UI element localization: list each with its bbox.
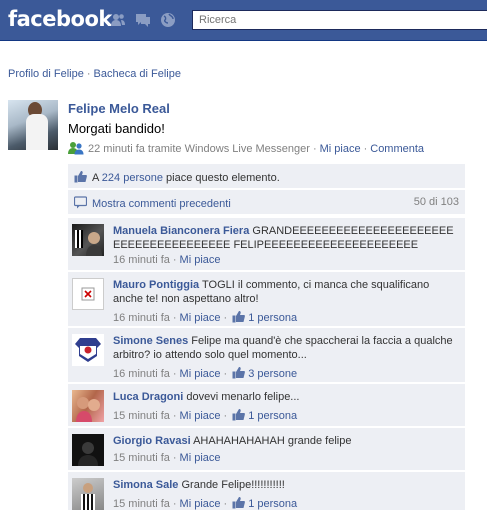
- comment-item: Manuela Bianconera Fiera GRANDEEEEEEEEEE…: [68, 218, 465, 270]
- top-bar: facebook: [0, 0, 487, 41]
- commenter-name-link[interactable]: Mauro Pontiggia: [113, 279, 199, 291]
- commenter-name-link[interactable]: Luca Dragoni: [113, 391, 183, 403]
- poster-avatar[interactable]: [8, 100, 58, 150]
- show-more-comments-link[interactable]: Mostra commenti precedenti: [92, 198, 231, 210]
- comment-like-link[interactable]: Mi piace: [180, 368, 221, 380]
- comment-like-link[interactable]: Mi piace: [180, 410, 221, 422]
- thumbs-up-icon: [232, 496, 246, 509]
- comment-text-block: Luca Dragoni dovevi menarlo felipe...: [113, 390, 458, 404]
- commenter-avatar[interactable]: [72, 334, 104, 366]
- commenter-name-link[interactable]: Manuela Bianconera Fiera: [113, 225, 249, 237]
- thumbs-up-icon: [232, 310, 246, 323]
- likes-count-link[interactable]: 224 persone: [102, 172, 163, 184]
- comment-text-block: Mauro Pontiggia TOGLI il commento, ci ma…: [113, 278, 458, 306]
- notifications-globe-icon[interactable]: [160, 12, 176, 28]
- likes-prefix: A: [92, 172, 99, 184]
- commenter-name-link[interactable]: Giorgio Ravasi: [113, 435, 191, 447]
- comment-meta: 15 minuti fa · Mi piace · 1 persona: [113, 496, 298, 510]
- likes-suffix: piace questo elemento.: [166, 172, 280, 184]
- comment-timestamp: 16 minuti fa: [113, 312, 170, 324]
- comment-meta: 15 minuti fa · Mi piace · 1 persona: [113, 408, 298, 422]
- commenter-name-link[interactable]: Simone Senes: [113, 335, 188, 347]
- post-timestamp: 22 minuti fa tramite Windows Live Messen…: [88, 143, 310, 155]
- comment-meta: 16 minuti fa · Mi piace · 1 persona: [113, 310, 298, 324]
- comment-like-link[interactable]: Mi piace: [180, 312, 221, 324]
- messenger-icon: [68, 141, 84, 155]
- comment-meta: 15 minuti fa · Mi piace: [113, 452, 221, 464]
- breadcrumb-separator: ·: [86, 68, 91, 80]
- comment-likes-count-link[interactable]: 3 persone: [248, 368, 297, 380]
- poster-name-link[interactable]: Felipe Melo Real: [68, 101, 170, 116]
- post-meta: 22 minuti fa tramite Windows Live Messen…: [68, 141, 424, 155]
- messages-icon[interactable]: [135, 12, 151, 28]
- comment-timestamp: 15 minuti fa: [113, 452, 170, 464]
- comment-text-block: Simone Senes Felipe ma quand'è che spacc…: [113, 334, 458, 362]
- commenter-avatar[interactable]: [72, 224, 104, 256]
- comment-text-block: Simona Sale Grande Felipe!!!!!!!!!!!: [113, 478, 458, 492]
- comment-text-block: Manuela Bianconera Fiera GRANDEEEEEEEEEE…: [113, 224, 458, 252]
- search-input[interactable]: [192, 10, 487, 30]
- comment-text-block: Giorgio Ravasi AHAHAHAHAHAH grande felip…: [113, 434, 458, 448]
- comment-body: dovevi menarlo felipe...: [186, 391, 300, 403]
- comment-timestamp: 16 minuti fa: [113, 254, 170, 266]
- comment-body: AHAHAHAHAHAH grande felipe: [193, 435, 352, 447]
- post-message: Morgati bandido!: [68, 121, 165, 136]
- comment-likes-count-link[interactable]: 1 persona: [248, 498, 297, 510]
- commenter-avatar[interactable]: [72, 390, 104, 422]
- thumbs-up-icon: [74, 170, 87, 183]
- comment-item: Giorgio Ravasi AHAHAHAHAHAH grande felip…: [68, 428, 465, 470]
- likes-summary: A 224 persone piace questo elemento.: [68, 164, 465, 188]
- comment-item: Simona Sale Grande Felipe!!!!!!!!!!! 15 …: [68, 472, 465, 510]
- comment-bubble-icon: [73, 196, 88, 209]
- comment-meta: 16 minuti fa · Mi piace: [113, 254, 221, 266]
- comment-like-link[interactable]: Mi piace: [180, 254, 221, 266]
- comment-like-link[interactable]: Mi piace: [180, 452, 221, 464]
- commenter-avatar[interactable]: [72, 478, 104, 510]
- post-like-link[interactable]: Mi piace: [320, 143, 361, 155]
- comment-meta: 16 minuti fa · Mi piace · 3 persone: [113, 366, 298, 380]
- breadcrumb: Profilo di Felipe · Bacheca di Felipe: [8, 68, 181, 80]
- commenter-name-link[interactable]: Simona Sale: [113, 479, 178, 491]
- breadcrumb-wall-link[interactable]: Bacheca di Felipe: [94, 68, 181, 80]
- thumbs-up-icon: [232, 408, 246, 421]
- comment-item: Simone Senes Felipe ma quand'è che spacc…: [68, 328, 465, 382]
- post-comment-link[interactable]: Commenta: [370, 143, 424, 155]
- comment-item: Mauro Pontiggia TOGLI il commento, ci ma…: [68, 272, 465, 326]
- commenter-avatar[interactable]: [72, 434, 104, 466]
- comment-timestamp: 16 minuti fa: [113, 368, 170, 380]
- thumbs-up-icon: [232, 366, 246, 379]
- comment-likes-count-link[interactable]: 1 persona: [248, 312, 297, 324]
- comment-count: 50 di 103: [413, 196, 459, 208]
- comment-timestamp: 15 minuti fa: [113, 410, 170, 422]
- comment-item: Luca Dragoni dovevi menarlo felipe... 15…: [68, 384, 465, 426]
- comment-like-link[interactable]: Mi piace: [180, 498, 221, 510]
- friend-requests-icon[interactable]: [110, 12, 126, 28]
- comment-likes-count-link[interactable]: 1 persona: [248, 410, 297, 422]
- comment-body: Grande Felipe!!!!!!!!!!!: [181, 479, 285, 491]
- comment-timestamp: 15 minuti fa: [113, 498, 170, 510]
- breadcrumb-profile-link[interactable]: Profilo di Felipe: [8, 68, 84, 80]
- facebook-logo[interactable]: facebook: [8, 7, 112, 31]
- show-more-comments-row: Mostra commenti precedenti 50 di 103: [68, 190, 465, 214]
- commenter-avatar[interactable]: [72, 278, 104, 310]
